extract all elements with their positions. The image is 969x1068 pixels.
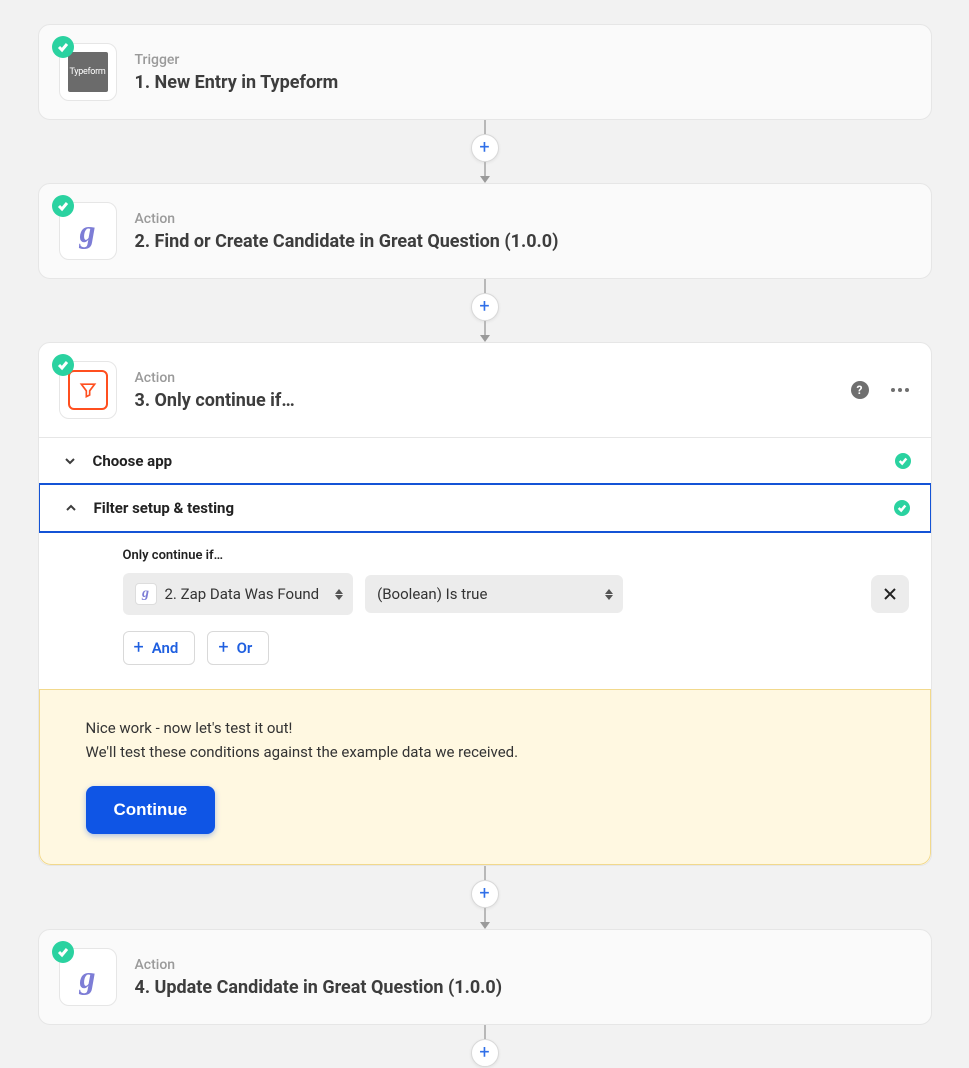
chevron-up-icon <box>60 501 82 515</box>
connector: + <box>471 1025 499 1067</box>
step-title: 1. New Entry in Typeform <box>135 72 911 93</box>
great-question-icon: g <box>68 211 108 251</box>
filter-field-text: 2. Zap Data Was Found <box>165 585 320 603</box>
connector: + <box>471 279 499 342</box>
section-title: Filter setup & testing <box>94 499 882 517</box>
help-icon: ? <box>851 381 869 399</box>
step-header: g Action 4. Update Candidate in Great Qu… <box>39 930 931 1024</box>
filter-condition-row: g 2. Zap Data Was Found (Boolean) Is tru… <box>123 573 909 615</box>
step-meta: Action 3. Only continue if… <box>135 370 831 411</box>
section-complete-icon <box>895 453 911 469</box>
great-question-mini-icon: g <box>135 583 157 605</box>
check-badge-icon <box>52 354 74 376</box>
sort-icon <box>605 589 613 600</box>
check-badge-icon <box>52 941 74 963</box>
app-icon-wrap: Typeform <box>59 43 117 101</box>
add-step-button[interactable]: + <box>471 1039 499 1067</box>
step-type-label: Trigger <box>135 52 911 68</box>
filter-icon <box>68 370 108 410</box>
plus-icon: + <box>218 639 228 657</box>
step-meta: Action 2. Find or Create Candidate in Gr… <box>135 211 911 252</box>
typeform-icon: Typeform <box>68 52 108 92</box>
zap-editor-canvas: Typeform Trigger 1. New Entry in Typefor… <box>0 24 969 1067</box>
step-type-label: Action <box>135 957 911 973</box>
logic-buttons: + And + Or <box>123 631 909 665</box>
check-badge-icon <box>52 195 74 217</box>
filter-label: Only continue if… <box>123 548 909 563</box>
step-meta: Trigger 1. New Entry in Typeform <box>135 52 911 93</box>
continue-button[interactable]: Continue <box>86 786 216 834</box>
step-header[interactable]: Action 3. Only continue if… ? <box>39 343 931 437</box>
sort-icon <box>335 589 343 600</box>
section-title: Choose app <box>93 452 883 470</box>
step-actions: ? <box>849 379 911 401</box>
connector: + <box>471 120 499 183</box>
great-question-icon: g <box>68 957 108 997</box>
step-title: 2. Find or Create Candidate in Great Que… <box>135 231 911 252</box>
filter-body: Only continue if… g 2. Zap Data Was Foun… <box>39 532 931 689</box>
step-card-action-find[interactable]: g Action 2. Find or Create Candidate in … <box>38 183 932 279</box>
add-step-button[interactable]: + <box>471 880 499 908</box>
app-icon-wrap: g <box>59 202 117 260</box>
test-panel: Nice work - now let's test it out! We'll… <box>39 689 931 865</box>
section-choose-app[interactable]: Choose app <box>39 437 931 484</box>
or-label: Or <box>237 639 253 657</box>
step-type-label: Action <box>135 370 831 386</box>
remove-condition-button[interactable] <box>871 575 909 613</box>
connector: + <box>471 866 499 929</box>
and-label: And <box>152 639 179 657</box>
step-header: Typeform Trigger 1. New Entry in Typefor… <box>39 25 931 119</box>
plus-icon: + <box>134 639 144 657</box>
add-or-button[interactable]: + Or <box>207 631 269 665</box>
section-filter-setup[interactable]: Filter setup & testing <box>38 483 932 533</box>
test-line-2: We'll test these conditions against the … <box>86 740 884 764</box>
add-and-button[interactable]: + And <box>123 631 196 665</box>
filter-operator-select[interactable]: (Boolean) Is true <box>365 575 623 613</box>
check-badge-icon <box>52 36 74 58</box>
step-title: 4. Update Candidate in Great Question (1… <box>135 977 911 998</box>
app-icon-wrap <box>59 361 117 419</box>
chevron-down-icon <box>59 454 81 468</box>
step-header: g Action 2. Find or Create Candidate in … <box>39 184 931 278</box>
close-icon <box>882 586 898 602</box>
add-step-button[interactable]: + <box>471 134 499 162</box>
step-card-filter: Action 3. Only continue if… ? Choose app <box>38 342 932 866</box>
step-card-trigger[interactable]: Typeform Trigger 1. New Entry in Typefor… <box>38 24 932 120</box>
step-type-label: Action <box>135 211 911 227</box>
help-button[interactable]: ? <box>849 379 871 401</box>
step-meta: Action 4. Update Candidate in Great Ques… <box>135 957 911 998</box>
filter-field-select[interactable]: g 2. Zap Data Was Found <box>123 573 354 615</box>
test-line-1: Nice work - now let's test it out! <box>86 716 884 740</box>
section-complete-icon <box>894 500 910 516</box>
filter-operator-text: (Boolean) Is true <box>377 585 487 603</box>
app-icon-wrap: g <box>59 948 117 1006</box>
more-menu-button[interactable] <box>889 379 911 401</box>
add-step-button[interactable]: + <box>471 293 499 321</box>
step-title: 3. Only continue if… <box>135 390 831 411</box>
step-card-action-update[interactable]: g Action 4. Update Candidate in Great Qu… <box>38 929 932 1025</box>
dots-icon <box>891 388 909 392</box>
